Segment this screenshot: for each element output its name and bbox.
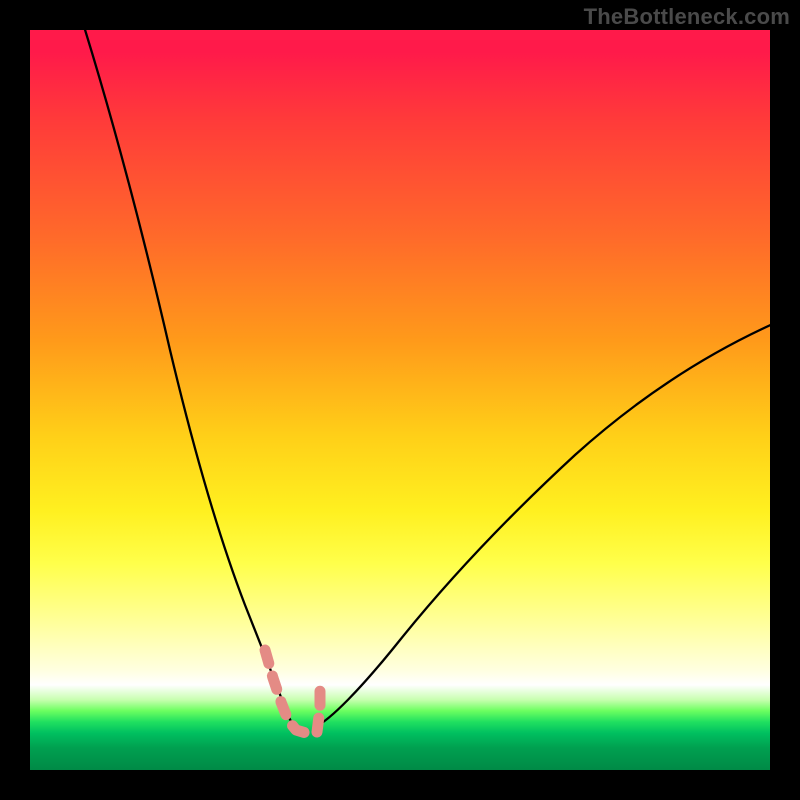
bottleneck-curve-left	[82, 30, 295, 727]
chart-stage: TheBottleneck.com	[0, 0, 800, 800]
bottleneck-curve-right	[315, 323, 770, 727]
curve-layer	[30, 30, 770, 770]
watermark-text: TheBottleneck.com	[584, 4, 790, 30]
plot-area	[30, 30, 770, 770]
valley-marker	[265, 650, 320, 733]
